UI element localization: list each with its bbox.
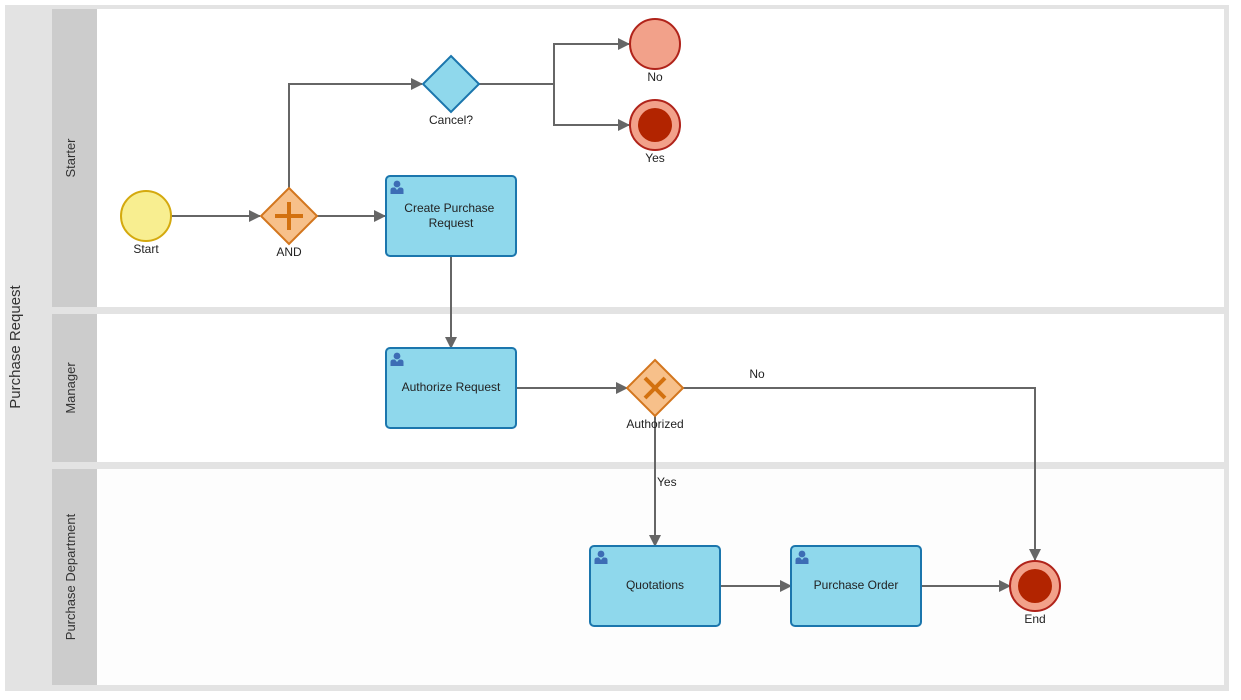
terminate-dot <box>1018 569 1052 603</box>
end-event-label: End <box>1024 612 1045 626</box>
lane-title: Purchase Department <box>63 513 78 640</box>
end-event-no-label: No <box>647 70 663 84</box>
task-label-line: Request <box>429 216 474 230</box>
task-label: Purchase Order <box>814 578 899 592</box>
lane-title: Starter <box>63 138 78 178</box>
task-create-purchase-request[interactable]: Create Purchase Request <box>385 175 517 257</box>
task-authorize-request[interactable]: Authorize Request <box>385 347 517 429</box>
flow-label-no: No <box>749 367 765 381</box>
end-event-circle <box>629 18 681 70</box>
task-quotations[interactable]: Quotations <box>589 545 721 627</box>
pool-title: Purchase Request <box>7 284 24 408</box>
end-event-yes-label: Yes <box>645 151 665 165</box>
cancel-gateway-label: Cancel? <box>429 113 473 127</box>
lane-title: Manager <box>63 362 78 414</box>
terminate-dot <box>638 108 672 142</box>
authorized-gateway-label: Authorized <box>626 417 683 431</box>
start-event-label: Start <box>133 242 159 256</box>
and-gateway-label: AND <box>276 245 302 259</box>
task-label: Authorize Request <box>402 380 501 394</box>
task-label: Quotations <box>626 578 684 592</box>
flow-label-yes: Yes <box>657 475 677 489</box>
task-purchase-order[interactable]: Purchase Order <box>790 545 922 627</box>
task-label-line: Create Purchase <box>404 201 494 215</box>
start-event-circle <box>120 190 172 242</box>
bpmn-diagram: Purchase Request Starter Manager Purchas… <box>5 5 1229 691</box>
